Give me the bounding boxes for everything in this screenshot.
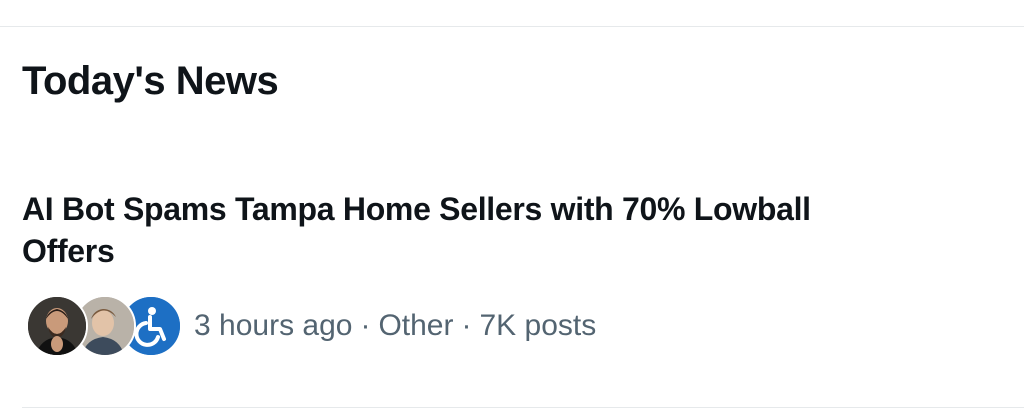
news-headline[interactable]: AI Bot Spams Tampa Home Sellers with 70%… <box>22 188 822 272</box>
news-meta: 3 hours ago · Other · 7K posts <box>26 295 596 357</box>
avatar <box>26 295 88 357</box>
separator: · <box>461 309 472 342</box>
divider-bottom <box>22 407 1024 408</box>
avatar-stack <box>26 295 182 357</box>
news-category: Other <box>378 309 454 342</box>
news-post-count: 7K posts <box>479 309 597 342</box>
separator: · <box>360 309 371 342</box>
person-avatar-icon <box>28 297 86 355</box>
news-time: 3 hours ago <box>194 309 353 342</box>
divider-top <box>0 26 1024 27</box>
section-title: Today's News <box>22 59 279 103</box>
news-panel: Today's News AI Bot Spams Tampa Home Sel… <box>0 0 1024 420</box>
meta-text: 3 hours ago · Other · 7K posts <box>194 306 596 346</box>
news-item[interactable]: AI Bot Spams Tampa Home Sellers with 70%… <box>0 180 1024 380</box>
